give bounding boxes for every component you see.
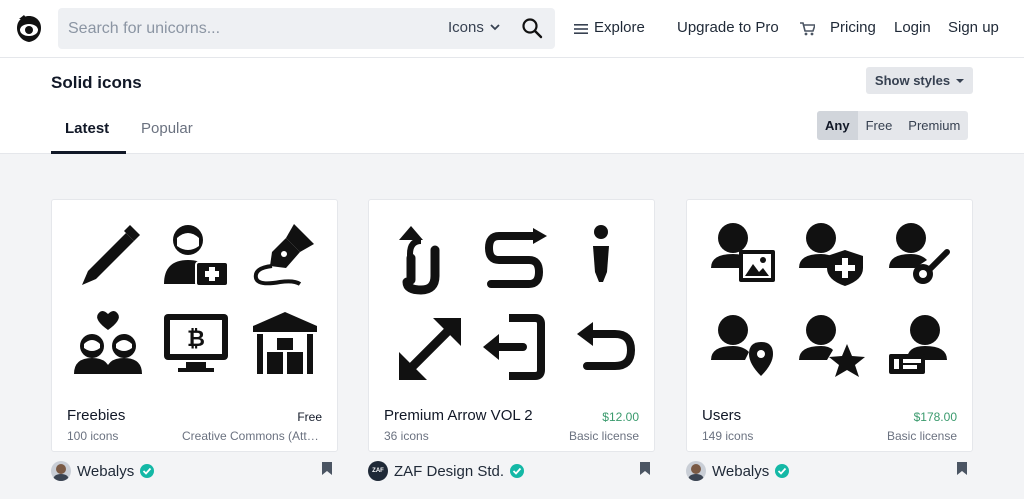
arrow-s-curve-icon — [484, 228, 547, 288]
nav-upgrade[interactable]: Upgrade to Pro — [677, 19, 779, 36]
user-star-icon — [799, 315, 865, 377]
arrow-return-icon — [577, 322, 636, 370]
top-navbar: Icons Explore Upgrade to Pro Pricing Log… — [0, 0, 1024, 58]
user-shield-add-icon — [799, 223, 863, 286]
tab-popular[interactable]: Popular — [141, 120, 193, 137]
show-styles-label: Show styles — [874, 73, 951, 88]
pack-icon-count: 36 icons — [384, 429, 429, 443]
cart-icon[interactable] — [800, 22, 815, 36]
user-id-icon — [889, 315, 947, 374]
iconfinder-logo-icon[interactable] — [13, 13, 45, 45]
menu-icon — [574, 24, 588, 34]
pack-preview — [711, 223, 950, 377]
bitcoin-monitor-icon: ₿ — [164, 314, 228, 372]
author-name: ZAF Design Std. — [394, 462, 505, 480]
pack-author[interactable]: Webalys — [686, 461, 790, 481]
fountain-pen-icon — [253, 224, 314, 286]
section-header: Solid icons Latest Popular Show styles A… — [0, 58, 1024, 154]
arrow-info-icon — [593, 225, 609, 282]
pack-icon-count: 100 icons — [67, 429, 119, 443]
filter-any[interactable]: Any — [817, 111, 858, 140]
verified-icon — [140, 464, 155, 478]
filter-premium[interactable]: Premium — [900, 111, 968, 140]
pack-license: Basic license — [568, 429, 639, 443]
avatar — [686, 461, 706, 481]
pack-author[interactable]: ZAF ZAF Design Std. — [368, 461, 525, 481]
nav-pricing[interactable]: Pricing — [830, 19, 876, 36]
search-bar: Icons — [58, 8, 555, 49]
couple-heart-icon — [74, 311, 142, 374]
chevron-down-icon — [490, 24, 500, 31]
bookmark-icon[interactable] — [957, 462, 967, 475]
avatar — [51, 461, 71, 481]
doctor-medkit-icon — [164, 225, 229, 287]
author-name: Webalys — [712, 462, 770, 480]
user-image-icon — [711, 223, 775, 282]
verified-icon — [775, 464, 790, 478]
price-filter: Any Free Premium — [817, 111, 969, 140]
arrow-diagonal-icon — [399, 318, 461, 380]
pack-preview: ₿ — [74, 224, 317, 374]
filter-free[interactable]: Free — [858, 111, 901, 140]
pack-name[interactable]: Premium Arrow VOL 2 — [384, 407, 533, 424]
search-type-dropdown[interactable]: Icons — [448, 19, 500, 36]
pack-preview — [399, 225, 636, 380]
icon-pack-card[interactable]: Users 149 icons $178.00 Basic license — [686, 199, 973, 452]
pencil-icon — [82, 225, 140, 285]
pack-author[interactable]: Webalys — [51, 461, 155, 481]
search-type-label: Icons — [448, 19, 484, 36]
icon-pack-card[interactable]: ₿ Freebies 100 icons Free Creative Commo… — [51, 199, 338, 452]
pack-icon-count: 149 icons — [702, 429, 754, 443]
nav-signup[interactable]: Sign up — [948, 19, 999, 36]
page-title: Solid icons — [51, 73, 142, 92]
bookmark-icon[interactable] — [640, 462, 650, 475]
nav-explore[interactable]: Explore — [594, 19, 645, 36]
verified-icon — [510, 464, 525, 478]
user-location-icon — [711, 315, 773, 376]
author-name: Webalys — [77, 462, 135, 480]
user-key-icon — [889, 223, 950, 284]
icon-pack-card[interactable]: Premium Arrow VOL 2 36 icons $12.00 Basi… — [368, 199, 655, 452]
warehouse-icon — [253, 312, 317, 374]
show-styles-button[interactable]: Show styles — [866, 67, 973, 94]
bookmark-icon[interactable] — [322, 462, 332, 475]
search-input[interactable] — [68, 16, 428, 41]
pack-price: $12.00 — [602, 410, 639, 424]
active-tab-indicator — [51, 151, 126, 154]
caret-down-icon — [956, 78, 965, 83]
avatar: ZAF — [368, 461, 388, 481]
pack-license: Basic license — [886, 429, 957, 443]
pack-price: Free — [297, 410, 322, 424]
arrow-u-turn-up-icon — [399, 226, 440, 295]
nav-login[interactable]: Login — [894, 19, 931, 36]
pack-price: $178.00 — [913, 410, 957, 424]
login-arrow-icon — [483, 314, 545, 380]
pack-license: Creative Commons (Attribution 4.0) — [182, 429, 322, 443]
pack-name[interactable]: Users — [702, 407, 741, 424]
svg-text:₿: ₿ — [187, 327, 205, 352]
tab-latest[interactable]: Latest — [65, 120, 109, 137]
search-icon[interactable] — [521, 17, 543, 39]
pack-name[interactable]: Freebies — [67, 407, 125, 424]
